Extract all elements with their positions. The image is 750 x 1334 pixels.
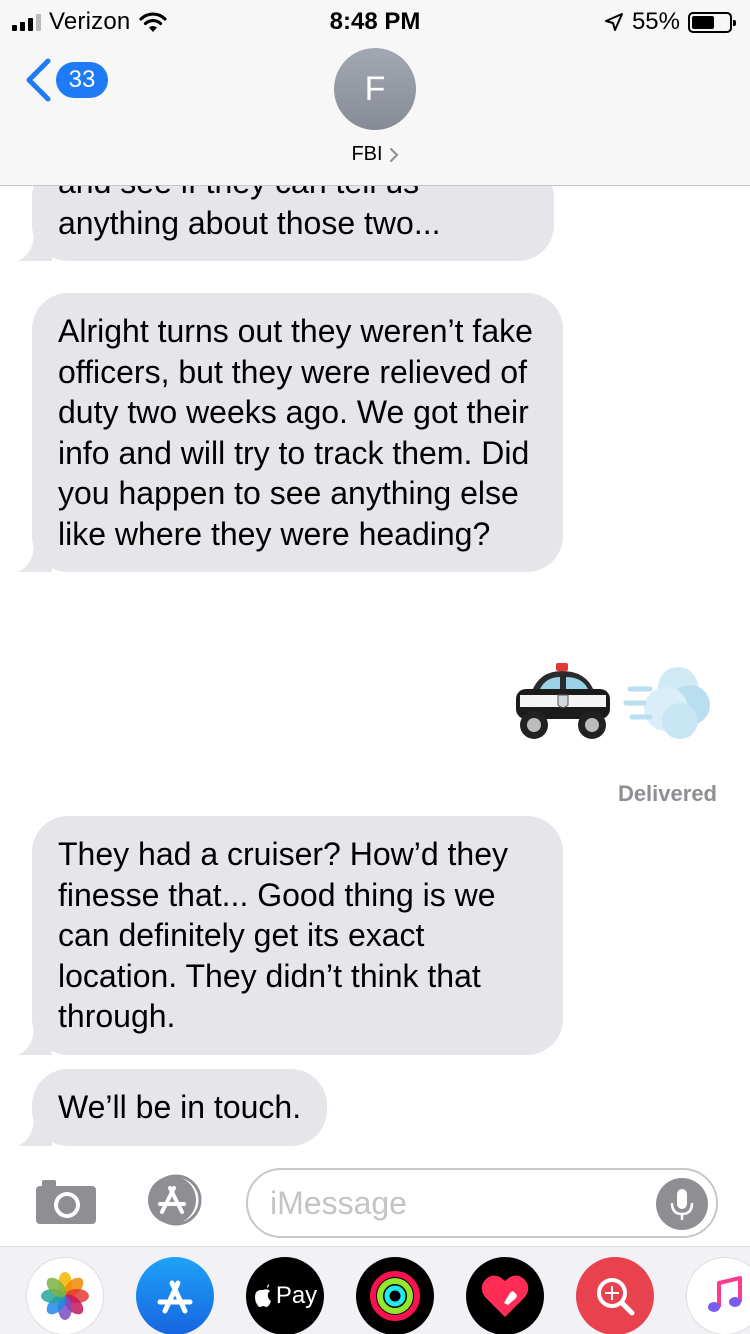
camera-button-icon[interactable] — [34, 1178, 98, 1226]
dictation-button[interactable] — [656, 1178, 708, 1230]
app-store-icon — [157, 1280, 193, 1314]
activity-icon — [370, 1271, 420, 1321]
battery-icon — [688, 11, 736, 33]
music-app-button[interactable] — [686, 1257, 750, 1334]
message-thread[interactable]: and see if they can tell us anything abo… — [0, 186, 750, 1148]
photos-icon — [41, 1272, 89, 1320]
police-car-icon — [516, 663, 610, 739]
incoming-message-bubble[interactable]: Alright turns out they weren’t fake offi… — [18, 293, 563, 572]
contact-name: FBI — [351, 143, 383, 165]
incoming-message-bubble[interactable]: and see if they can tell us anything abo… — [18, 186, 554, 261]
location-arrow-icon — [604, 13, 623, 31]
photos-app-button[interactable] — [26, 1257, 104, 1334]
message-input[interactable] — [270, 1180, 630, 1226]
navigation-header: Verizon 8:48 PM 55% 33 F FBI — [0, 0, 750, 186]
message-text: Alright turns out they weren’t fake offi… — [58, 313, 533, 552]
delivered-label: Delivered — [617, 781, 717, 806]
imessage-app-drawer: Pay — [0, 1246, 750, 1334]
apple-pay-icon — [254, 1284, 271, 1307]
music-icon — [708, 1276, 742, 1312]
image-search-app-button[interactable] — [576, 1257, 654, 1334]
message-input-field[interactable] — [246, 1168, 718, 1238]
image-search-icon — [597, 1278, 635, 1316]
digital-touch-icon — [481, 1275, 529, 1317]
apple-pay-app-button[interactable]: Pay — [246, 1257, 324, 1334]
unread-count-badge: 33 — [56, 62, 108, 98]
incoming-message-bubble[interactable]: They had a cruiser? How’d they finesse t… — [18, 816, 563, 1055]
incoming-message-bubble[interactable]: We’ll be in touch. — [18, 1069, 328, 1146]
apple-pay-label: Pay — [275, 1282, 318, 1309]
compose-bar — [0, 1148, 750, 1246]
microphone-icon — [670, 1189, 694, 1220]
battery-percentage: 55% — [631, 8, 680, 35]
digital-touch-app-button[interactable] — [466, 1257, 544, 1334]
chevron-left-icon — [26, 58, 51, 102]
app-store-button-icon[interactable] — [140, 1174, 212, 1226]
status-bar: Verizon 8:48 PM 55% — [0, 0, 750, 40]
activity-app-button[interactable] — [356, 1257, 434, 1334]
message-text: They had a cruiser? How’d they finesse t… — [58, 836, 508, 1034]
app-store-app-button[interactable] — [136, 1257, 214, 1334]
back-button[interactable]: 33 — [24, 58, 108, 102]
contact-name-button[interactable]: FBI — [0, 143, 750, 166]
message-text: and see if they can tell us anything abo… — [58, 186, 441, 241]
message-text: We’ll be in touch. — [58, 1089, 302, 1125]
outgoing-emoji-message[interactable] — [510, 651, 720, 751]
chevron-right-icon — [389, 147, 398, 162]
dash-away-icon — [623, 667, 710, 739]
contact-avatar[interactable]: F — [334, 48, 416, 130]
